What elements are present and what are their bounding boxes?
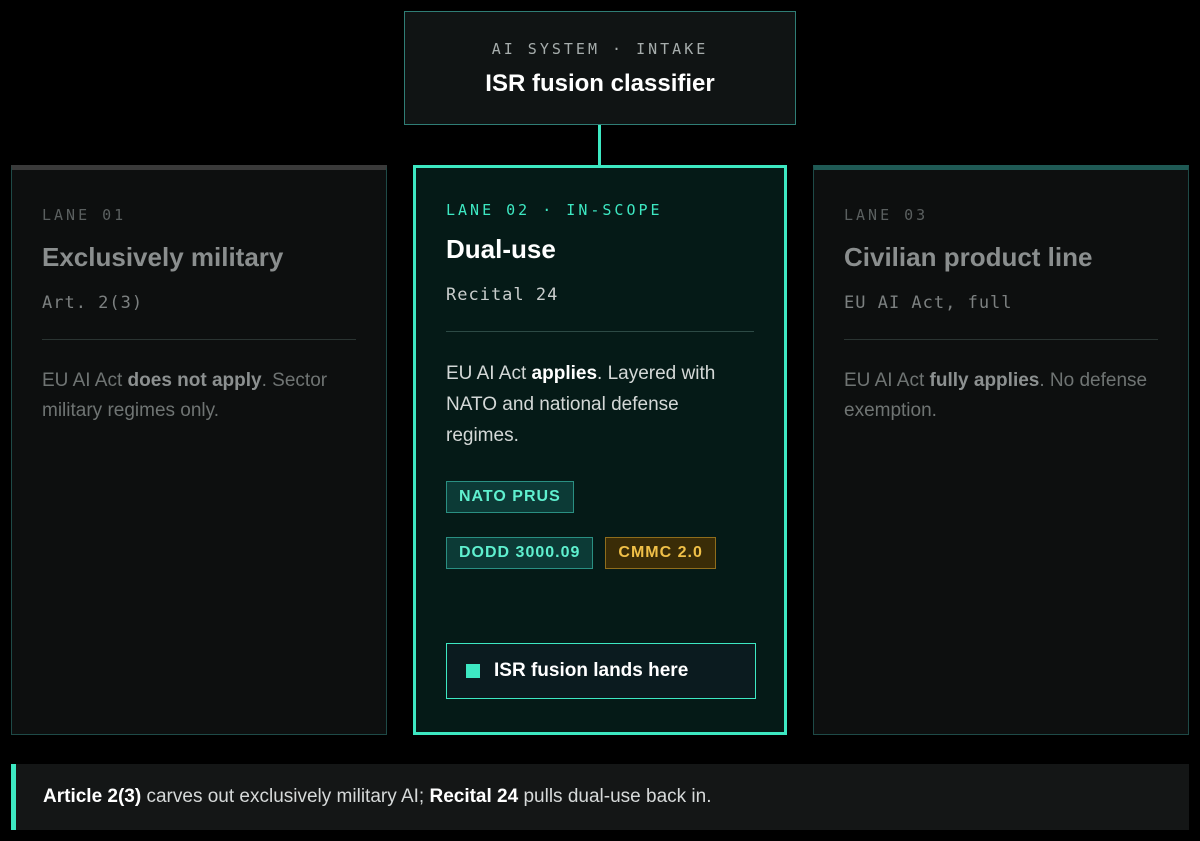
regime-tags: NATO PRUS DODD 3000.09 CMMC 2.0 — [446, 481, 756, 569]
landing-marker: ISR fusion lands here — [446, 643, 756, 699]
lane-tag: LANE 02 · IN-SCOPE — [446, 201, 663, 219]
tag-cmmc: CMMC 2.0 — [605, 537, 716, 569]
lane-title: Civilian product line — [844, 242, 1093, 272]
lane-reference: EU AI Act, full — [844, 293, 1013, 313]
lane-tag: LANE 03 — [844, 206, 929, 224]
lane-exclusively-military: LANE 01 Exclusively military Art. 2(3) E… — [11, 165, 387, 735]
connector-line — [598, 125, 601, 166]
square-icon — [466, 664, 480, 678]
lane-description: EU AI Act applies. Layered with NATO and… — [446, 363, 716, 446]
tag-dodd: DODD 3000.09 — [446, 537, 594, 569]
divider — [844, 339, 1158, 340]
intake-box: AI SYSTEM · INTAKE ISR fusion classifier — [404, 11, 796, 125]
tag-nato-prus: NATO PRUS — [446, 481, 574, 513]
divider — [42, 339, 356, 340]
lane-title: Exclusively military — [42, 242, 284, 272]
intake-title: ISR fusion classifier — [485, 70, 715, 97]
lane-description: EU AI Act does not apply. Sector militar… — [42, 370, 328, 421]
lane-civilian-product: LANE 03 Civilian product line EU AI Act,… — [813, 165, 1189, 735]
intake-kicker: AI SYSTEM · INTAKE — [491, 40, 709, 58]
lane-dual-use: LANE 02 · IN-SCOPE Dual-use Recital 24 E… — [413, 165, 787, 735]
divider — [446, 331, 754, 332]
lane-reference: Recital 24 — [446, 285, 559, 305]
footnote: Article 2(3) carves out exclusively mili… — [11, 764, 1189, 830]
lane-reference: Art. 2(3) — [42, 293, 144, 313]
lane-title: Dual-use — [446, 234, 556, 264]
landing-label: ISR fusion lands here — [494, 660, 689, 681]
lane-description: EU AI Act fully applies. No defense exem… — [844, 370, 1148, 421]
diagram-canvas: AI SYSTEM · INTAKE ISR fusion classifier… — [0, 0, 1200, 841]
lane-tag: LANE 01 — [42, 206, 127, 224]
